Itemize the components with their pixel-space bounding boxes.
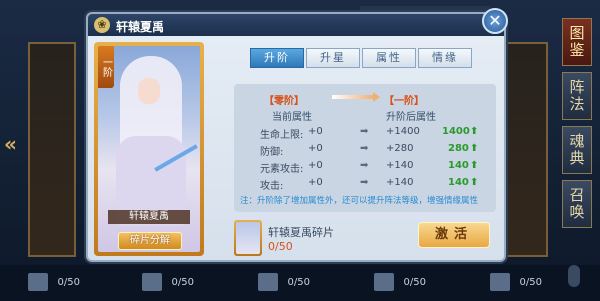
- arrow-up-icon: ⬆: [470, 160, 479, 171]
- stat-after: +280: [386, 143, 414, 154]
- bottom-slot[interactable]: 0/50: [26, 269, 86, 295]
- stat-after: +140: [386, 177, 414, 188]
- bottom-slot[interactable]: 0/50: [140, 269, 200, 295]
- prev-arrow-icon[interactable]: «: [4, 132, 17, 156]
- nav-zhenfa[interactable]: 阵法: [562, 72, 592, 120]
- arrow-right-icon: ➡: [360, 126, 369, 137]
- tab-bar: 升阶 升星 属性 情缘: [250, 48, 472, 68]
- tab-shengxing[interactable]: 升星: [306, 48, 360, 68]
- stat-current: +0: [308, 126, 323, 137]
- fragment-count: 0/50: [268, 240, 293, 253]
- fragment-icon: [490, 273, 510, 291]
- fragment-icon: [374, 273, 394, 291]
- nav-hundian[interactable]: 魂典: [562, 126, 592, 174]
- stat-name: 元素攻击:: [260, 164, 304, 175]
- bottom-slot[interactable]: 0/50: [488, 269, 548, 295]
- fragment-icon: [258, 273, 278, 291]
- tab-shuxing[interactable]: 属性: [362, 48, 416, 68]
- rank-tag: 一阶: [98, 46, 114, 88]
- dialog-title: 轩辕夏禹: [116, 20, 165, 34]
- next-stage: 【一阶】: [384, 96, 424, 107]
- stat-name: 攻击:: [260, 181, 284, 192]
- bottom-strip: 0/50 0/50 0/50 0/50 0/50: [0, 265, 600, 301]
- stat-current: +0: [308, 160, 323, 171]
- stat-after: +1400: [386, 126, 420, 137]
- stat-gain: 1400: [442, 126, 470, 137]
- arrow-up-icon: ⬆: [470, 126, 479, 137]
- current-stage: 【零阶】: [264, 96, 304, 107]
- side-nav: 图鉴 阵法 魂典 召唤: [560, 18, 594, 234]
- upgrade-note: 注：升阶除了增加属性外，还可以提升阵法等级，增强情缘属性: [240, 196, 479, 206]
- stats-panel: 【零阶】 【一阶】 当前属性 升阶后属性 生命上限: +0 ➡ +1400 14…: [234, 84, 496, 212]
- nav-zhaohuan[interactable]: 召唤: [562, 180, 592, 228]
- arrow-up-icon: ⬆: [470, 143, 479, 154]
- stat-row: 生命上限: +0 ➡ +1400 1400 ⬆: [234, 124, 496, 141]
- arrow-right-icon: ➡: [360, 160, 369, 171]
- stat-name: 防御:: [260, 147, 284, 158]
- hero-portrait-card: 一阶 轩辕夏禹 碎片分解: [94, 42, 204, 256]
- hero-face: [138, 78, 160, 104]
- current-attr-header: 当前属性: [272, 112, 312, 123]
- flower-icon: ❀: [94, 17, 110, 33]
- after-attr-header: 升阶后属性: [386, 112, 436, 123]
- fragment-portrait: [236, 222, 260, 254]
- close-button[interactable]: ✕: [482, 8, 508, 34]
- decompose-button[interactable]: 碎片分解: [118, 232, 182, 250]
- dialog-titlebar: ❀ 轩辕夏禹: [88, 14, 504, 36]
- stat-gain: 140: [448, 177, 469, 188]
- stat-row: 攻击: +0 ➡ +140 140 ⬆: [234, 175, 496, 192]
- arrow-right-icon: ➡: [360, 143, 369, 154]
- background-card-right[interactable]: [500, 42, 548, 257]
- nav-scroll-tip: [568, 265, 580, 287]
- background-card-left[interactable]: [28, 42, 76, 257]
- bottom-slot[interactable]: 0/50: [372, 269, 432, 295]
- arrow-right-icon: ➡: [360, 177, 369, 188]
- stat-current: +0: [308, 143, 323, 154]
- activate-button[interactable]: 激活: [418, 222, 490, 248]
- nav-tujian[interactable]: 图鉴: [562, 18, 592, 66]
- bottom-slot[interactable]: 0/50: [256, 269, 316, 295]
- fragment-name: 轩辕夏禹碎片: [268, 226, 334, 239]
- stat-row: 元素攻击: +0 ➡ +140 140 ⬆: [234, 158, 496, 175]
- stage-arrow-icon: [332, 92, 380, 102]
- hero-portrait: 一阶 轩辕夏禹 碎片分解: [98, 46, 200, 252]
- tab-qingyuan[interactable]: 情缘: [418, 48, 472, 68]
- stat-row: 防御: +0 ➡ +280 280 ⬆: [234, 141, 496, 158]
- hero-name-plate: 轩辕夏禹: [108, 210, 190, 224]
- stat-name: 生命上限:: [260, 130, 304, 141]
- hero-dialog: ❀ 轩辕夏禹 ✕ 一阶 轩辕夏禹 碎片分解 升阶 升星 属性 情缘 【零阶】 【…: [86, 8, 508, 262]
- fragment-icon: [28, 273, 48, 291]
- stat-after: +140: [386, 160, 414, 171]
- arrow-up-icon: ⬆: [470, 177, 479, 188]
- stat-current: +0: [308, 177, 323, 188]
- tab-shengjie[interactable]: 升阶: [250, 48, 304, 68]
- fragment-thumbnail[interactable]: [234, 220, 262, 256]
- stat-gain: 280: [448, 143, 469, 154]
- stat-gain: 140: [448, 160, 469, 171]
- fragment-icon: [142, 273, 162, 291]
